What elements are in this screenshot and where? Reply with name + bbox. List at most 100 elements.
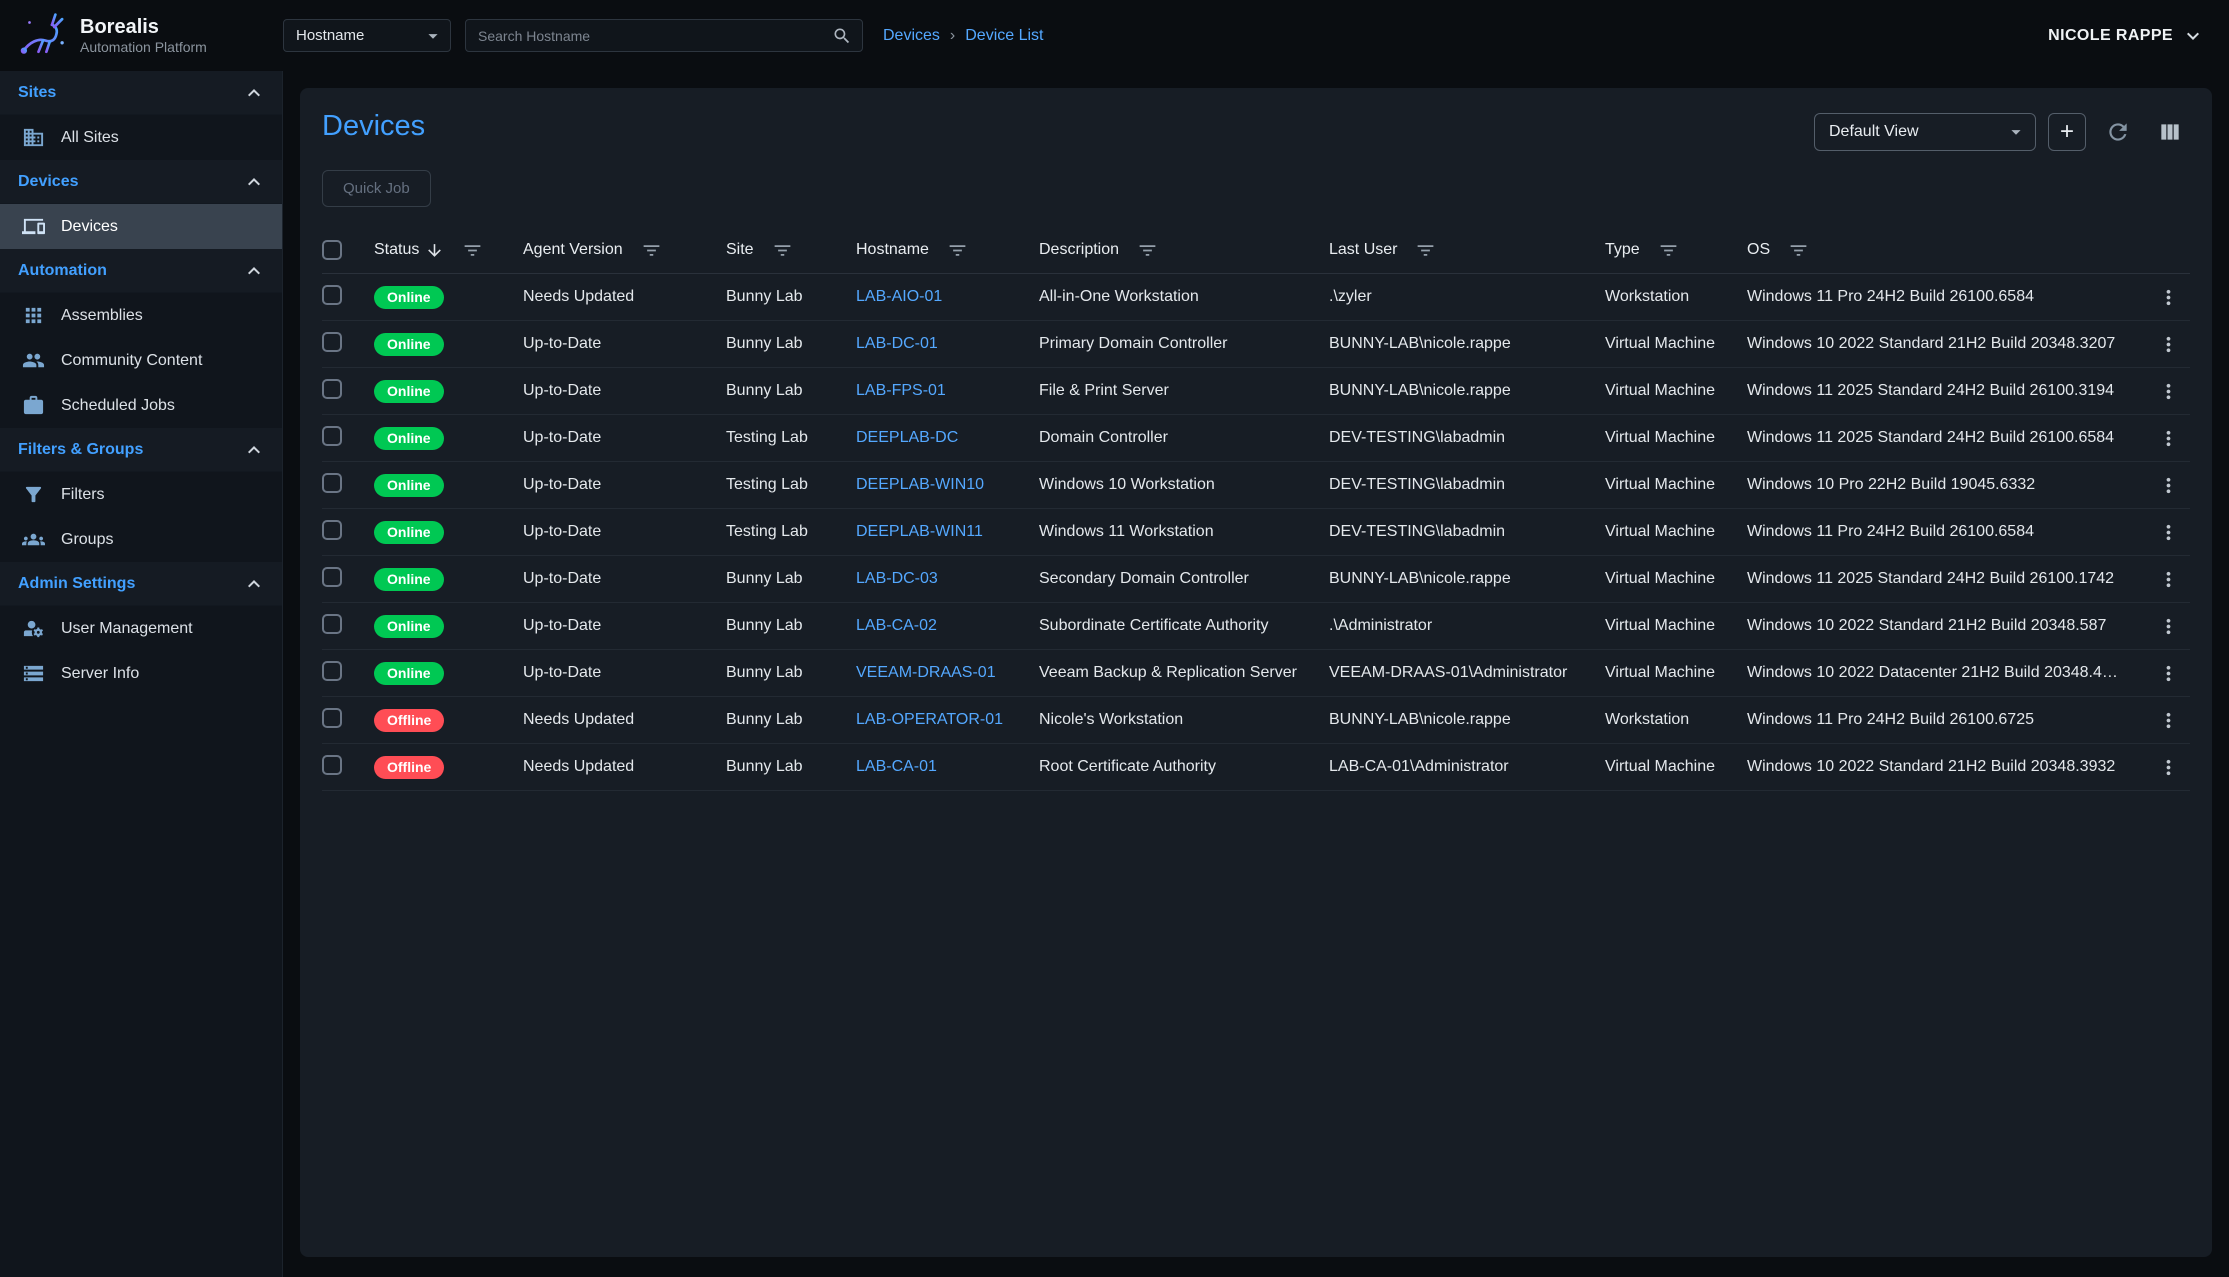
chevron-up-icon [242, 170, 266, 194]
sidebar-item-user-management[interactable]: User Management [0, 606, 282, 651]
filter-icon[interactable] [947, 240, 968, 261]
status-badge: Online [374, 474, 444, 497]
sidebar-section-filters-groups-header[interactable]: Filters & Groups [0, 428, 282, 472]
filter-icon[interactable] [1137, 240, 1158, 261]
row-menu-button[interactable] [2150, 749, 2186, 785]
filter-icon[interactable] [1658, 240, 1679, 261]
description-cell: Nicole's Workstation [1039, 711, 1329, 729]
row-menu-button[interactable] [2150, 514, 2186, 550]
type-cell: Virtual Machine [1605, 758, 1747, 776]
status-badge: Online [374, 427, 444, 450]
filter-icon[interactable] [462, 240, 483, 261]
hostname-link[interactable]: LAB-CA-02 [856, 617, 937, 634]
sidebar-item-devices[interactable]: Devices [0, 204, 282, 249]
agent-version-cell: Up-to-Date [523, 570, 726, 588]
site-cell: Bunny Lab [726, 758, 856, 776]
select-all-checkbox[interactable] [322, 240, 342, 260]
row-checkbox[interactable] [322, 567, 342, 587]
row-menu-button[interactable] [2150, 655, 2186, 691]
last-user-cell: BUNNY-LAB\nicole.rappe [1329, 335, 1605, 353]
user-menu[interactable]: NICOLE RAPPE [2048, 24, 2205, 48]
hostname-link[interactable]: LAB-FPS-01 [856, 382, 946, 399]
hostname-link[interactable]: LAB-OPERATOR-01 [856, 711, 1003, 728]
row-menu-button[interactable] [2150, 373, 2186, 409]
column-header-os[interactable]: OS [1747, 240, 2134, 261]
sidebar-item-label: Filters [61, 486, 105, 504]
row-checkbox[interactable] [322, 755, 342, 775]
search-input[interactable] [478, 28, 832, 44]
row-checkbox[interactable] [322, 520, 342, 540]
os-cell: Windows 10 2022 Standard 21H2 Build 2034… [1747, 335, 2134, 353]
filter-icon[interactable] [641, 240, 662, 261]
filter-icon[interactable] [772, 240, 793, 261]
row-menu-button[interactable] [2150, 279, 2186, 315]
filter-icon[interactable] [1788, 240, 1809, 261]
hostname-link[interactable]: DEEPLAB-WIN10 [856, 476, 984, 493]
breadcrumb-devices[interactable]: Devices [883, 27, 940, 45]
chevron-down-icon [2181, 24, 2205, 48]
row-checkbox[interactable] [322, 708, 342, 728]
status-badge: Online [374, 380, 444, 403]
hostname-link[interactable]: VEEAM-DRAAS-01 [856, 664, 996, 681]
brand[interactable]: Borealis Automation Platform [0, 9, 283, 63]
column-header-last-user[interactable]: Last User [1329, 240, 1605, 261]
sidebar-section-admin-settings-header[interactable]: Admin Settings [0, 562, 282, 606]
last-user-cell: BUNNY-LAB\nicole.rappe [1329, 711, 1605, 729]
type-cell: Virtual Machine [1605, 476, 1747, 494]
last-user-cell: DEV-TESTING\labadmin [1329, 523, 1605, 541]
type-cell: Virtual Machine [1605, 382, 1747, 400]
kebab-menu-icon [2157, 615, 2180, 638]
search-icon[interactable] [832, 26, 852, 46]
columns-button[interactable] [2150, 112, 2190, 152]
status-badge: Online [374, 568, 444, 591]
sidebar-item-filters[interactable]: Filters [0, 472, 282, 517]
site-cell: Bunny Lab [726, 617, 856, 635]
column-header-description[interactable]: Description [1039, 240, 1329, 261]
column-header-site[interactable]: Site [726, 240, 856, 261]
agent-version-cell: Needs Updated [523, 711, 726, 729]
row-checkbox[interactable] [322, 661, 342, 681]
hostname-link[interactable]: DEEPLAB-DC [856, 429, 958, 446]
column-header-status[interactable]: Status [374, 240, 523, 261]
row-checkbox[interactable] [322, 379, 342, 399]
add-view-button[interactable]: + [2048, 113, 2086, 151]
hostname-link[interactable]: LAB-CA-01 [856, 758, 937, 775]
column-header-agent-version[interactable]: Agent Version [523, 240, 726, 261]
hostname-link[interactable]: LAB-DC-01 [856, 335, 938, 352]
column-header-type[interactable]: Type [1605, 240, 1747, 261]
row-menu-button[interactable] [2150, 608, 2186, 644]
search-field-select[interactable]: Hostname [283, 19, 451, 52]
view-select[interactable]: Default View [1814, 113, 2036, 151]
sidebar-item-server-info[interactable]: Server Info [0, 651, 282, 696]
row-menu-button[interactable] [2150, 702, 2186, 738]
filter-icon[interactable] [1415, 240, 1436, 261]
sidebar-section-automation-header[interactable]: Automation [0, 249, 282, 293]
quick-job-button[interactable]: Quick Job [322, 170, 431, 207]
row-checkbox[interactable] [322, 285, 342, 305]
row-menu-button[interactable] [2150, 326, 2186, 362]
breadcrumb-device-list[interactable]: Device List [965, 27, 1043, 45]
sidebar-item-scheduled-jobs[interactable]: Scheduled Jobs [0, 383, 282, 428]
sidebar-section-sites-header[interactable]: Sites [0, 71, 282, 115]
description-cell: Secondary Domain Controller [1039, 570, 1329, 588]
row-checkbox[interactable] [322, 614, 342, 634]
hostname-link[interactable]: LAB-AIO-01 [856, 288, 942, 305]
row-menu-button[interactable] [2150, 420, 2186, 456]
row-checkbox[interactable] [322, 473, 342, 493]
sidebar-item-community-content[interactable]: Community Content [0, 338, 282, 383]
description-cell: Subordinate Certificate Authority [1039, 617, 1329, 635]
row-checkbox[interactable] [322, 426, 342, 446]
sidebar-section-devices-header[interactable]: Devices [0, 160, 282, 204]
row-checkbox[interactable] [322, 332, 342, 352]
sidebar-item-assemblies[interactable]: Assemblies [0, 293, 282, 338]
refresh-button[interactable] [2098, 112, 2138, 152]
column-header-hostname[interactable]: Hostname [856, 240, 1039, 261]
sidebar-item-all-sites[interactable]: All Sites [0, 115, 282, 160]
sidebar-item-groups[interactable]: Groups [0, 517, 282, 562]
hostname-link[interactable]: DEEPLAB-WIN11 [856, 523, 983, 540]
row-menu-button[interactable] [2150, 561, 2186, 597]
row-menu-button[interactable] [2150, 467, 2186, 503]
site-cell: Bunny Lab [726, 570, 856, 588]
hostname-link[interactable]: LAB-DC-03 [856, 570, 938, 587]
sidebar-section-sites: Sites All Sites [0, 71, 282, 160]
